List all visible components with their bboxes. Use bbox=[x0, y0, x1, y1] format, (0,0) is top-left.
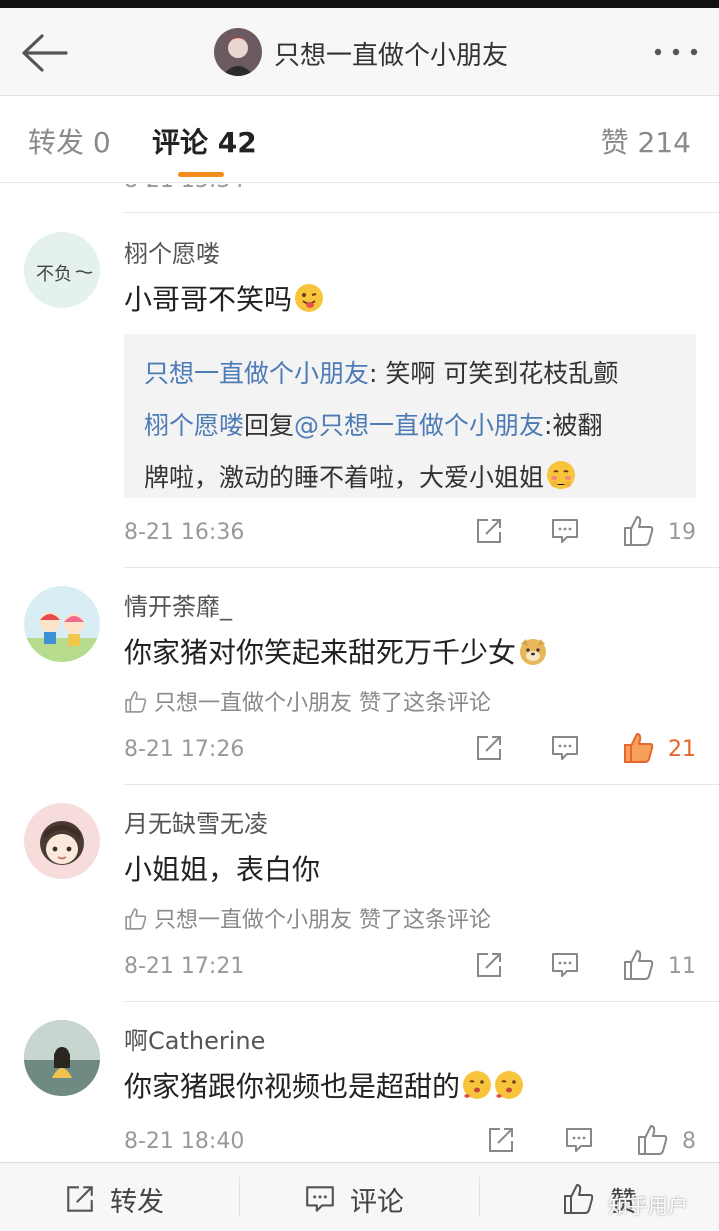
doge-emoji-icon bbox=[518, 636, 548, 666]
reply-word: 回复 bbox=[244, 411, 295, 440]
mention-link[interactable]: @只想一直做个小朋友 bbox=[294, 411, 544, 440]
liked-by-text: 只想一直做个小朋友 赞了这条评论 bbox=[154, 691, 491, 716]
repost-label: 转发 bbox=[110, 1186, 164, 1218]
like-count: 11 bbox=[668, 954, 696, 979]
comment-item: 啊Catherine 你家猪跟你视频也是超甜的 8-21 18:40 8 bbox=[0, 1001, 719, 1162]
kiss-emoji-icon bbox=[494, 1070, 524, 1100]
thumbs-up-icon[interactable] bbox=[636, 1123, 670, 1157]
tab-comment[interactable]: 评论 42 bbox=[152, 121, 257, 161]
comment-text: 小姐姐，表白你 bbox=[124, 848, 320, 888]
repost-icon bbox=[67, 1186, 93, 1212]
tab-repost[interactable]: 转发 0 bbox=[28, 121, 111, 161]
reply-text: :被翻 bbox=[544, 411, 603, 440]
share-icon[interactable] bbox=[474, 950, 504, 980]
comment-text: 小哥哥不笑吗 bbox=[124, 278, 324, 318]
comment-list[interactable]: 8-21 15:34 不负 栩个愿喽 小哥哥不笑吗 只想一直做个小朋友: 笑啊 … bbox=[0, 184, 719, 1162]
comment-label: 评论 bbox=[350, 1186, 404, 1218]
comment-text-body: 小姐姐，表白你 bbox=[124, 853, 321, 886]
reply-icon[interactable] bbox=[550, 950, 580, 980]
thumbs-up-icon[interactable] bbox=[622, 514, 656, 548]
divider bbox=[239, 1177, 240, 1217]
avatar[interactable] bbox=[24, 803, 100, 879]
username[interactable]: 栩个愿喽 bbox=[124, 234, 220, 269]
comment-text-body: 小哥哥不笑吗 bbox=[124, 283, 293, 316]
comment-item: 月无缺雪无凌 小姐姐，表白你 只想一直做个小朋友 赞了这条评论 8-21 17:… bbox=[0, 784, 719, 1001]
comment-button[interactable]: 评论 bbox=[304, 1177, 404, 1221]
thumbs-up-small-icon bbox=[125, 908, 147, 930]
comment-text: 你家猪跟你视频也是超甜的 bbox=[124, 1065, 524, 1105]
reply-icon[interactable] bbox=[564, 1125, 594, 1155]
reply-author-link[interactable]: 只想一直做个小朋友 bbox=[144, 359, 369, 388]
comment-icon bbox=[306, 1186, 334, 1212]
liked-by-text: 只想一直做个小朋友 赞了这条评论 bbox=[154, 908, 491, 933]
tab-like[interactable]: 赞 214 bbox=[601, 121, 691, 161]
clipped-comment-meta: 8-21 15:34 bbox=[0, 184, 719, 212]
thumbs-up-icon bbox=[564, 1184, 594, 1214]
share-icon[interactable] bbox=[486, 1125, 516, 1155]
reply-icon[interactable] bbox=[550, 733, 580, 763]
kiss-emoji-icon bbox=[462, 1070, 492, 1100]
repost-button[interactable]: 转发 bbox=[64, 1177, 164, 1221]
more-button[interactable] bbox=[650, 34, 702, 70]
comment-item: 情开荼靡_ 你家猪对你笑起来甜死万千少女 只想一直做个小朋友 赞了这条评论 8-… bbox=[0, 567, 719, 784]
tongue-emoji-icon bbox=[294, 283, 324, 313]
status-bar bbox=[0, 0, 719, 8]
tab-bar: 转发 0 评论 42 赞 214 bbox=[0, 97, 719, 183]
comment-time: 8-21 17:26 bbox=[124, 737, 245, 762]
avatar[interactable]: 不负 bbox=[24, 232, 100, 308]
comment-time: 8-21 15:34 bbox=[124, 184, 244, 193]
comment-meta: 8-21 16:36 19 bbox=[124, 514, 719, 554]
comment-meta: 8-21 18:40 8 bbox=[124, 1123, 719, 1162]
share-icon[interactable] bbox=[474, 516, 504, 546]
top-nav-bar: 只想一直做个小朋友 bbox=[0, 8, 719, 96]
back-arrow-icon bbox=[22, 34, 68, 72]
comment-time: 8-21 18:40 bbox=[124, 1129, 245, 1154]
reply-icon[interactable] bbox=[550, 516, 580, 546]
comment-text: 你家猪对你笑起来甜死万千少女 bbox=[124, 631, 548, 671]
username[interactable]: 情开荼靡_ bbox=[124, 587, 232, 622]
username[interactable]: 啊Catherine bbox=[124, 1021, 265, 1056]
thumbs-up-icon-active[interactable] bbox=[622, 731, 656, 765]
reply-text: : 笑啊 可笑到花枝乱颤 bbox=[369, 359, 619, 388]
avatar[interactable] bbox=[24, 586, 100, 662]
like-count: 8 bbox=[682, 1129, 696, 1154]
back-button[interactable] bbox=[14, 28, 74, 78]
comment-time: 8-21 16:36 bbox=[124, 520, 245, 545]
reply-thread[interactable]: 只想一直做个小朋友: 笑啊 可笑到花枝乱颤 栩个愿喽回复@只想一直做个小朋友:被… bbox=[124, 334, 696, 498]
page-title: 只想一直做个小朋友 bbox=[274, 41, 509, 71]
active-tab-indicator bbox=[178, 172, 224, 177]
avatar[interactable] bbox=[24, 1020, 100, 1096]
comment-text-body: 你家猪跟你视频也是超甜的 bbox=[124, 1070, 461, 1103]
like-count: 21 bbox=[668, 737, 696, 762]
thumbs-up-small-icon bbox=[125, 691, 147, 713]
reply-text: 牌啦，激动的睡不着啦，大爱小姐姐 bbox=[144, 463, 545, 492]
comment-meta: 8-21 17:21 11 bbox=[124, 948, 719, 988]
comment-meta: 8-21 17:26 21 bbox=[124, 731, 719, 771]
reply-author-link[interactable]: 栩个愿喽 bbox=[144, 411, 244, 440]
divider bbox=[479, 1177, 480, 1217]
svg-text:不负: 不负 bbox=[36, 264, 72, 285]
watermark: 知乎用户 bbox=[608, 1194, 688, 1218]
author-liked-note: 只想一直做个小朋友 赞了这条评论 bbox=[124, 685, 491, 717]
comment-text-body: 你家猪对你笑起来甜死万千少女 bbox=[124, 636, 517, 669]
share-icon[interactable] bbox=[474, 733, 504, 763]
author-liked-note: 只想一直做个小朋友 赞了这条评论 bbox=[124, 902, 491, 934]
author-avatar[interactable] bbox=[214, 28, 262, 76]
like-count: 19 bbox=[668, 520, 696, 545]
thumbs-up-icon[interactable] bbox=[622, 948, 656, 982]
blush-emoji-icon bbox=[546, 456, 576, 489]
username[interactable]: 月无缺雪无凌 bbox=[124, 804, 268, 839]
comment-time: 8-21 17:21 bbox=[124, 954, 245, 979]
comment-item: 不负 栩个愿喽 小哥哥不笑吗 只想一直做个小朋友: 笑啊 可笑到花枝乱颤 栩个愿… bbox=[0, 212, 719, 567]
more-dots-icon bbox=[654, 48, 698, 56]
